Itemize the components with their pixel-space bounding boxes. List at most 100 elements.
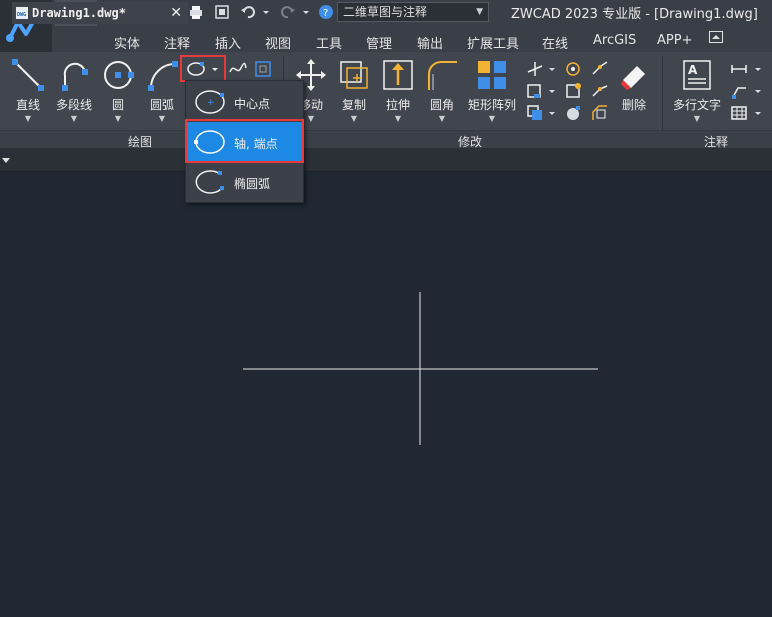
redo-dropdown-icon[interactable] [302, 4, 310, 20]
rectangle-icon[interactable] [254, 60, 272, 78]
undo-icon[interactable] [240, 4, 256, 20]
document-tab[interactable]: DWG Drawing1.dwg* ✕ [12, 2, 188, 24]
tab-solid[interactable]: 实体 [114, 33, 140, 52]
fillet-tool[interactable]: 圆角 ▼ [424, 58, 460, 123]
redo-icon[interactable] [280, 4, 296, 20]
print-icon[interactable] [188, 4, 204, 20]
arc-icon [148, 61, 178, 91]
chevron-down-icon[interactable]: ▼ [424, 114, 460, 123]
tab-online[interactable]: 在线 [542, 33, 568, 52]
chevron-down-icon[interactable]: ▼ [10, 114, 46, 123]
tab-extensions[interactable]: 扩展工具 [467, 33, 519, 52]
chevron-down-icon[interactable]: ▼ [100, 114, 136, 123]
polyline-tool[interactable]: 多段线 ▼ [52, 58, 96, 123]
rect-array-icon [478, 61, 506, 89]
elliptical-arc-icon [195, 170, 224, 194]
chevron-down-icon[interactable]: ▼ [670, 114, 724, 123]
ellipse-menu-item-center[interactable]: + 中心点 [186, 82, 303, 122]
rect-array-tool[interactable]: 矩形阵列 ▼ [466, 58, 518, 123]
ellipse-button-highlight [180, 55, 226, 82]
chevron-down-icon[interactable]: ▼ [336, 114, 372, 123]
stretch-tool-label: 拉伸 [385, 98, 410, 112]
svg-text:A: A [688, 63, 698, 77]
multiline-text-icon: A [683, 60, 711, 90]
undo-dropdown-icon[interactable] [262, 4, 270, 20]
close-icon[interactable]: ✕ [170, 2, 182, 24]
ellipse-center-icon: + [195, 90, 225, 114]
mtext-tool-label: 多行文字 [672, 98, 721, 112]
chevron-down-icon[interactable] [548, 104, 556, 122]
blob-icon[interactable] [564, 104, 582, 122]
workspace-select-value: 二维草图与注释 [343, 5, 428, 19]
chevron-down-icon: ▼ [476, 7, 483, 17]
scale-icon[interactable] [564, 82, 582, 100]
erase-tool-label: 删除 [621, 98, 646, 112]
tab-tools[interactable]: 工具 [316, 33, 342, 52]
chevron-down-icon[interactable] [548, 82, 556, 100]
trim-icon[interactable] [526, 60, 544, 78]
svg-text:+: + [207, 98, 215, 108]
copy-icon [340, 61, 368, 89]
arc-tool-label: 圆弧 [149, 98, 174, 112]
chevron-down-icon[interactable] [754, 82, 762, 100]
line-tool[interactable]: 直线 ▼ [10, 58, 46, 123]
stretch-tool[interactable]: 拉伸 ▼ [380, 58, 416, 123]
window-title: ZWCAD 2023 专业版 - [Drawing1.dwg] [511, 7, 758, 22]
svg-text:DWG: DWG [17, 12, 26, 18]
spline-icon[interactable] [229, 60, 247, 78]
axis-end-highlight [185, 119, 304, 163]
tab-manage[interactable]: 管理 [366, 33, 392, 52]
document-tabbar [0, 148, 772, 172]
tab-list-icon[interactable] [2, 156, 10, 164]
mirror-icon[interactable] [526, 82, 544, 100]
mtext-tool[interactable]: A 多行文字 ▼ [670, 58, 724, 123]
tab-annotate[interactable]: 注释 [164, 33, 190, 52]
line-tool-label: 直线 [15, 98, 40, 112]
chevron-down-icon[interactable]: ▼ [52, 114, 96, 123]
drawing-canvas[interactable] [0, 172, 772, 613]
svg-text:?: ? [323, 8, 328, 19]
copy-tool[interactable]: 复制 ▼ [336, 58, 372, 123]
tab-app-plus[interactable]: APP+ [657, 33, 692, 48]
explode-icon[interactable] [564, 60, 582, 78]
chevron-down-icon[interactable]: ▼ [466, 114, 518, 123]
ellipse-menu-item-label: 椭圆弧 [234, 177, 271, 191]
chevron-down-icon[interactable] [754, 104, 762, 122]
fillet-tool-label: 圆角 [429, 98, 454, 112]
ellipse-menu-item-arc[interactable]: 椭圆弧 [186, 162, 303, 202]
workspace-select[interactable]: 二维草图与注释 ▼ [337, 2, 489, 22]
stretch-icon [383, 60, 413, 90]
line-icon [12, 59, 44, 91]
polyline-icon [62, 62, 88, 91]
dwg-file-icon: DWG [16, 7, 28, 19]
eraser-icon [621, 66, 645, 90]
offset-icon[interactable] [526, 104, 544, 122]
circle-tool-label: 圆 [111, 98, 124, 112]
chevron-down-icon[interactable]: ▼ [142, 114, 182, 123]
tab-insert[interactable]: 插入 [215, 33, 241, 52]
polyline-tool-label: 多段线 [55, 98, 92, 112]
ribbon-minimize-icon[interactable] [709, 31, 723, 43]
ribbon-panel-labels [0, 130, 772, 148]
copy-tool-label: 复制 [341, 98, 366, 112]
tab-view[interactable]: 视图 [265, 33, 291, 52]
join-icon[interactable] [591, 82, 609, 100]
help-icon[interactable]: ? [318, 4, 334, 20]
break-icon[interactable] [591, 60, 609, 78]
circle-tool[interactable]: 圆 ▼ [100, 58, 136, 123]
zoom-extents-icon[interactable] [214, 4, 230, 20]
arc-tool[interactable]: 圆弧 ▼ [142, 58, 182, 123]
erase-tool[interactable]: 删除 [616, 58, 652, 113]
leader-icon[interactable] [730, 82, 748, 100]
crosshair-cursor-icon [243, 292, 598, 445]
fillet-icon [428, 61, 457, 90]
tab-arcgis[interactable]: ArcGIS [593, 33, 636, 48]
chevron-down-icon[interactable] [754, 60, 762, 78]
chamfer-icon[interactable] [591, 104, 609, 122]
linear-dimension-icon[interactable] [730, 60, 748, 78]
rect-array-tool-label: 矩形阵列 [467, 98, 516, 112]
chevron-down-icon[interactable] [548, 60, 556, 78]
tab-output[interactable]: 输出 [417, 33, 443, 52]
chevron-down-icon[interactable]: ▼ [380, 114, 416, 123]
table-icon[interactable] [730, 104, 748, 122]
